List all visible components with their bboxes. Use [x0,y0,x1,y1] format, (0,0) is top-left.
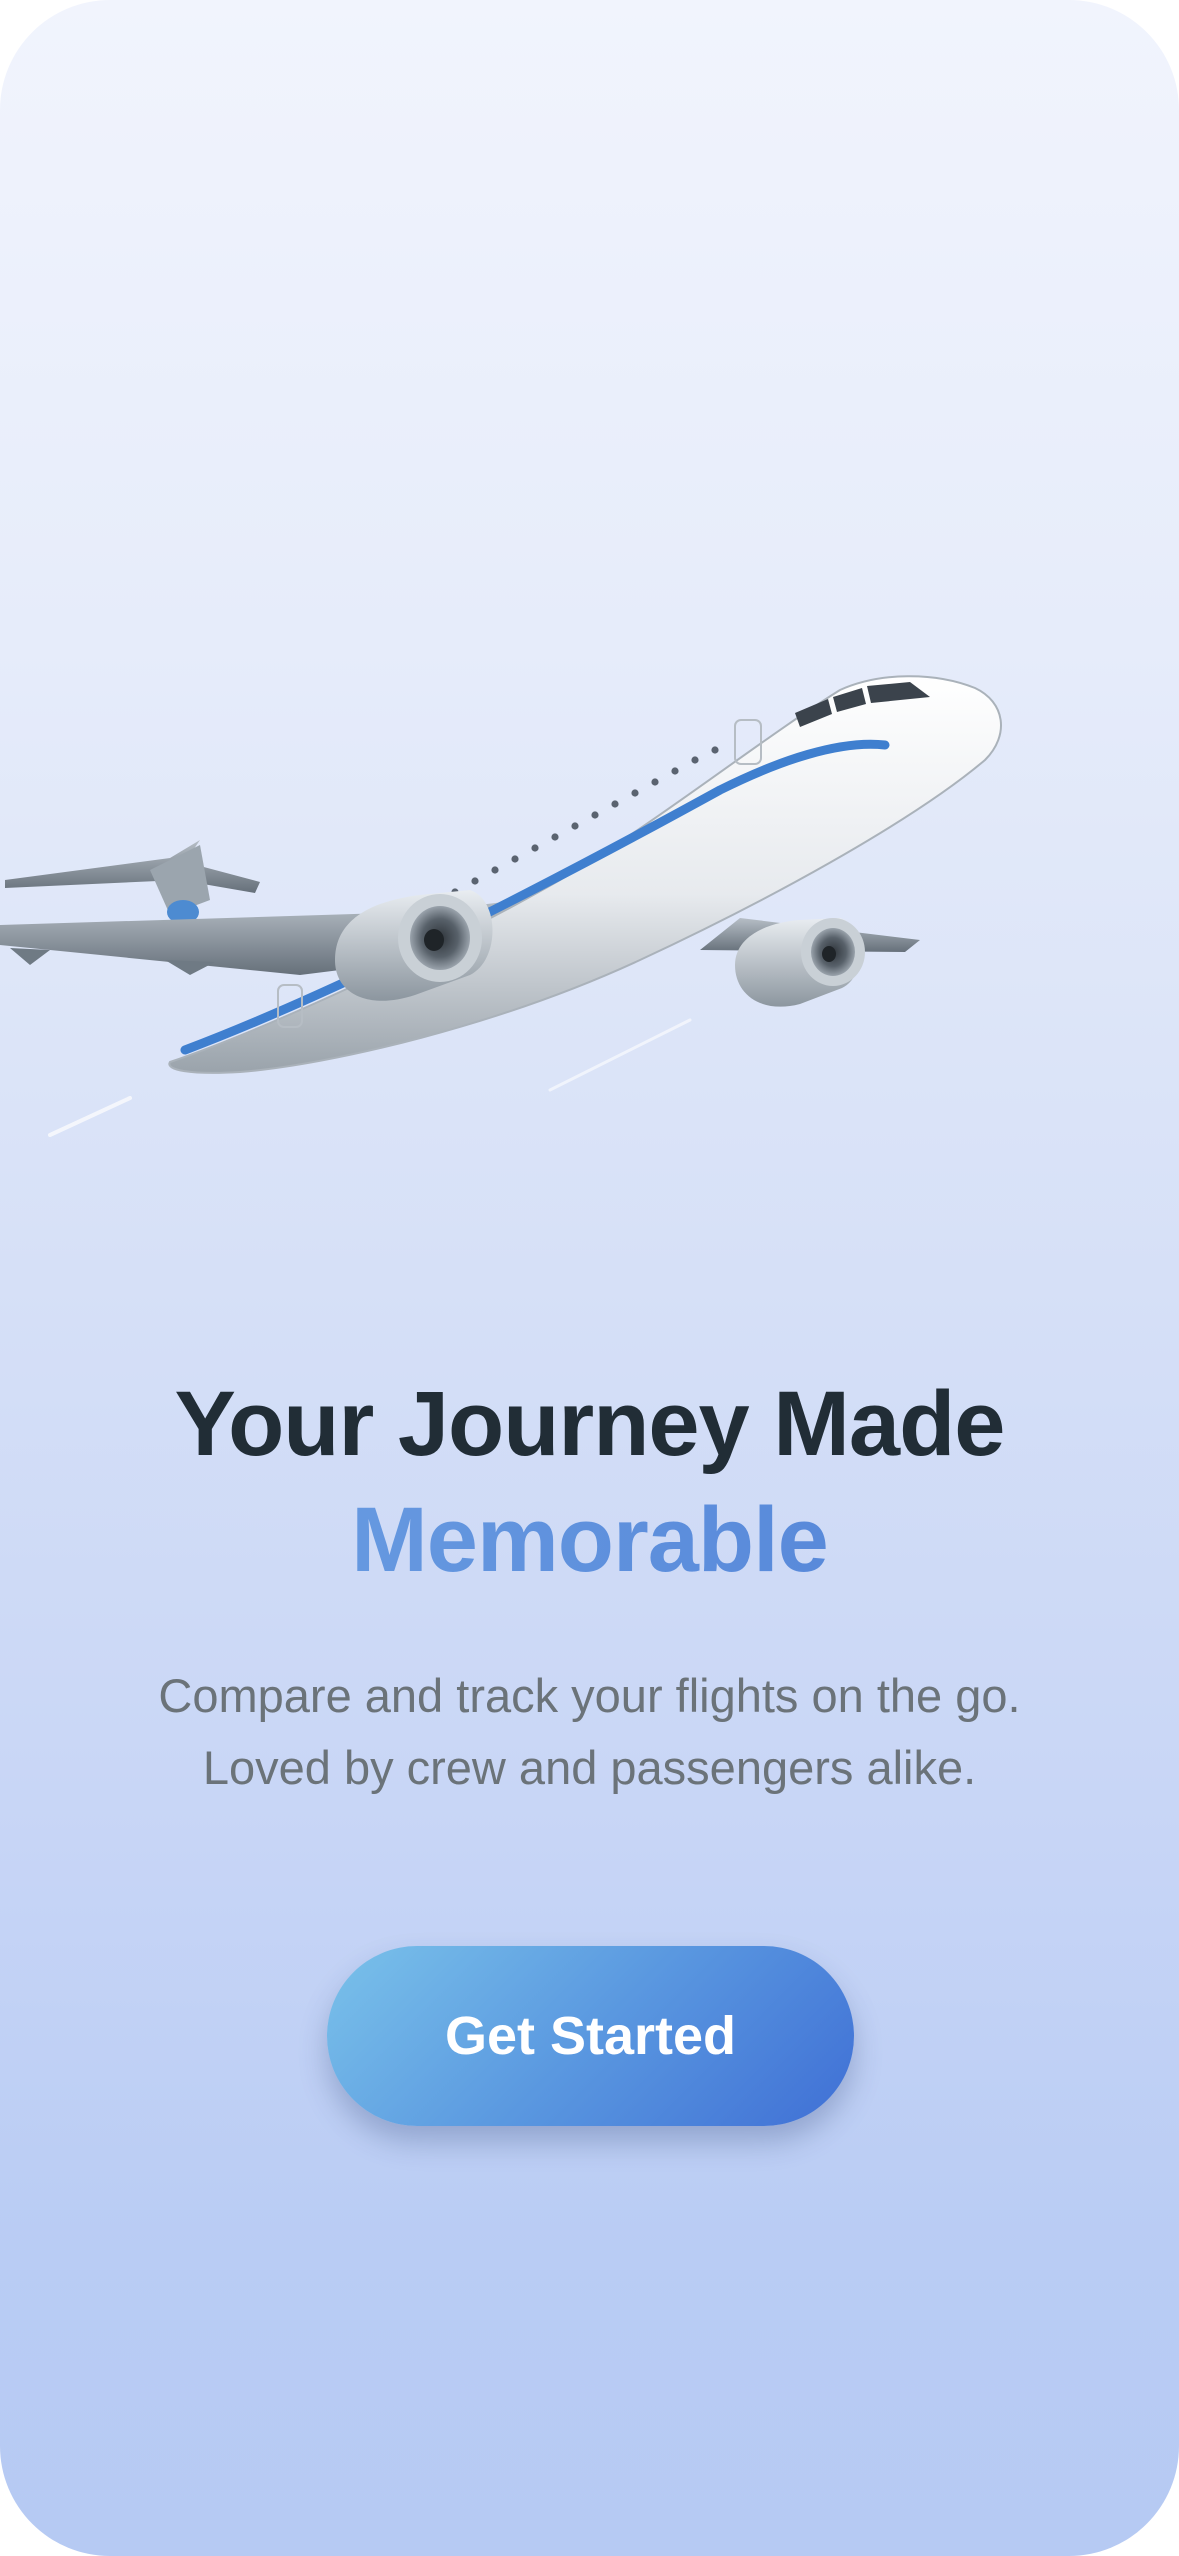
headline-line-2-accent: Memorable [0,1488,1179,1593]
airplane-icon [0,675,1002,1137]
onboarding-screen: Your Journey Made Memorable Compare and … [0,0,1179,2556]
subtitle-line-2: Loved by crew and passengers alike. [202,1741,977,1794]
get-started-button[interactable]: Get Started [327,1946,854,2126]
subtitle-line-1: Compare and track your flights on the go… [158,1669,1021,1722]
headline-line-1: Your Journey Made [174,1373,1006,1475]
hero-illustration [0,640,1179,1160]
